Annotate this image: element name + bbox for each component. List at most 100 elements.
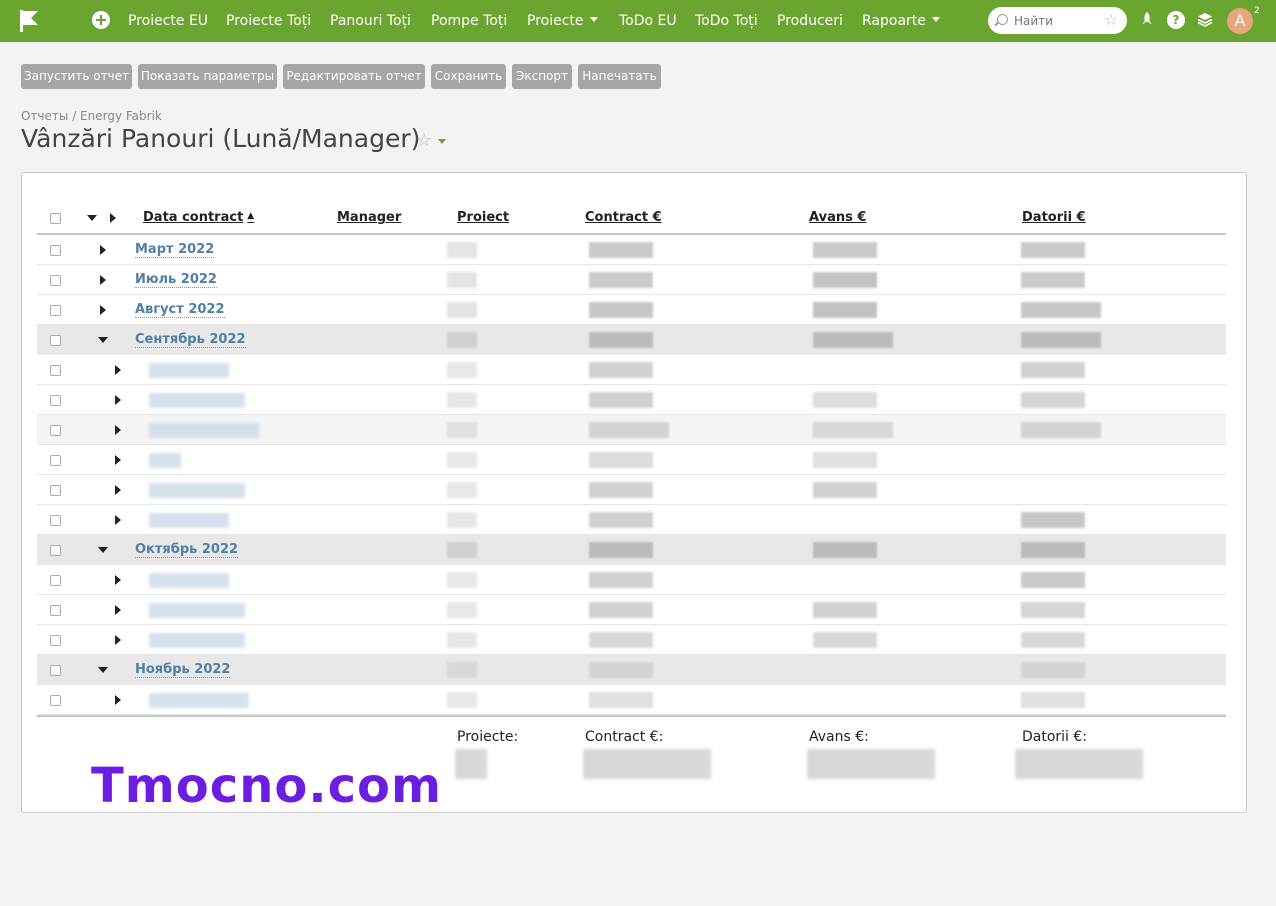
table-row-group[interactable]: Ноябрь 2022 bbox=[37, 655, 1226, 685]
row-checkbox[interactable] bbox=[50, 425, 61, 436]
nav-rapoarte-dropdown[interactable]: Rapoarte bbox=[862, 11, 940, 31]
table-row[interactable] bbox=[37, 385, 1226, 415]
row-checkbox[interactable] bbox=[50, 545, 61, 556]
redacted-project bbox=[447, 482, 477, 498]
expand-icon[interactable] bbox=[115, 425, 121, 435]
table-row[interactable]: Июль 2022 bbox=[37, 265, 1226, 295]
show-params-button[interactable]: Показать параметры bbox=[138, 64, 277, 89]
column-header-manager[interactable]: Manager bbox=[337, 210, 401, 225]
row-checkbox[interactable] bbox=[50, 635, 61, 646]
row-checkbox[interactable] bbox=[50, 665, 61, 676]
redacted-manager bbox=[149, 453, 181, 468]
table-row[interactable] bbox=[37, 475, 1226, 505]
column-header-debt[interactable]: Datorii € bbox=[1022, 210, 1086, 225]
expand-icon[interactable] bbox=[100, 305, 106, 315]
redacted-debt bbox=[1021, 392, 1085, 408]
flag-logo-icon[interactable] bbox=[18, 8, 42, 34]
print-button[interactable]: Напечатать bbox=[578, 64, 661, 89]
select-all-checkbox[interactable] bbox=[50, 213, 61, 224]
nav-proiecte-dropdown[interactable]: Proiecte bbox=[527, 11, 598, 31]
expand-icon[interactable] bbox=[115, 485, 121, 495]
redacted-debt bbox=[1021, 422, 1101, 438]
row-checkbox[interactable] bbox=[50, 365, 61, 376]
avatar[interactable]: A bbox=[1227, 8, 1253, 34]
chevron-down-icon[interactable] bbox=[438, 139, 446, 144]
row-checkbox[interactable] bbox=[50, 395, 61, 406]
add-icon[interactable] bbox=[92, 11, 110, 29]
row-checkbox[interactable] bbox=[50, 275, 61, 286]
group-label[interactable]: Сентябрь 2022 bbox=[135, 332, 246, 348]
nav-rapoarte-label: Rapoarte bbox=[862, 13, 926, 29]
search-box[interactable]: ☆ bbox=[988, 7, 1127, 34]
expand-icon[interactable] bbox=[115, 635, 121, 645]
collapse-icon[interactable] bbox=[98, 667, 108, 673]
redacted-project bbox=[447, 242, 477, 258]
layers-icon[interactable] bbox=[1196, 11, 1214, 29]
collapse-icon[interactable] bbox=[98, 337, 108, 343]
table-row[interactable] bbox=[37, 595, 1226, 625]
group-label[interactable]: Июль 2022 bbox=[135, 272, 217, 288]
collapse-icon[interactable] bbox=[98, 547, 108, 553]
group-label[interactable]: Август 2022 bbox=[135, 302, 225, 318]
collapse-all-icon[interactable] bbox=[87, 215, 97, 221]
redacted-total-advance bbox=[807, 749, 935, 779]
table-row[interactable] bbox=[37, 565, 1226, 595]
help-icon[interactable]: ? bbox=[1167, 11, 1185, 29]
expand-icon[interactable] bbox=[100, 245, 106, 255]
column-header-date-label: Data contract bbox=[143, 210, 244, 225]
expand-icon[interactable] bbox=[100, 275, 106, 285]
export-button[interactable]: Экспорт bbox=[512, 64, 572, 89]
row-checkbox[interactable] bbox=[50, 485, 61, 496]
expand-icon[interactable] bbox=[115, 605, 121, 615]
total-contract-label: Contract €: bbox=[585, 729, 664, 745]
search-input[interactable] bbox=[1014, 11, 1094, 30]
group-label[interactable]: Ноябрь 2022 bbox=[135, 662, 231, 678]
nav-panouri-toti[interactable]: Panouri Toți bbox=[330, 11, 411, 31]
favorite-star-icon[interactable]: ☆ bbox=[416, 130, 432, 151]
table-row[interactable]: Март 2022 bbox=[37, 235, 1226, 265]
rocket-icon[interactable] bbox=[1138, 11, 1156, 29]
nav-pompe-toti[interactable]: Pompe Toți bbox=[431, 11, 507, 31]
table-row-group[interactable]: Октябрь 2022 bbox=[37, 535, 1226, 565]
row-checkbox[interactable] bbox=[50, 245, 61, 256]
nav-produceri[interactable]: Produceri bbox=[777, 11, 843, 31]
row-checkbox[interactable] bbox=[50, 305, 61, 316]
row-checkbox[interactable] bbox=[50, 335, 61, 346]
group-label[interactable]: Октябрь 2022 bbox=[135, 542, 239, 558]
row-checkbox[interactable] bbox=[50, 605, 61, 616]
table-row-group[interactable]: Сентябрь 2022 bbox=[37, 325, 1226, 355]
nav-todo-toti[interactable]: ToDo Toți bbox=[695, 11, 758, 31]
table-row[interactable] bbox=[37, 445, 1226, 475]
column-header-date[interactable]: Data contract ▲ bbox=[143, 210, 254, 225]
row-checkbox[interactable] bbox=[50, 515, 61, 526]
expand-icon[interactable] bbox=[115, 515, 121, 525]
expand-icon[interactable] bbox=[115, 575, 121, 585]
table-row[interactable] bbox=[37, 685, 1226, 715]
nav-proiecte-eu[interactable]: Proiecte EU bbox=[128, 11, 208, 31]
group-label[interactable]: Март 2022 bbox=[135, 242, 215, 258]
save-button[interactable]: Сохранить bbox=[431, 64, 506, 89]
column-header-advance[interactable]: Avans € bbox=[809, 210, 866, 225]
expand-icon[interactable] bbox=[115, 365, 121, 375]
row-checkbox[interactable] bbox=[50, 575, 61, 586]
table-row[interactable] bbox=[37, 625, 1226, 655]
expand-icon[interactable] bbox=[115, 395, 121, 405]
table-row[interactable] bbox=[37, 415, 1226, 445]
column-header-contract[interactable]: Contract € bbox=[585, 210, 662, 225]
expand-icon[interactable] bbox=[115, 695, 121, 705]
table-row[interactable] bbox=[37, 355, 1226, 385]
column-header-project[interactable]: Proiect bbox=[457, 210, 509, 225]
table-row[interactable]: Август 2022 bbox=[37, 295, 1226, 325]
expand-all-icon[interactable] bbox=[110, 213, 116, 223]
chevron-down-icon bbox=[931, 17, 940, 22]
run-report-button[interactable]: Запустить отчет bbox=[21, 64, 132, 89]
expand-icon[interactable] bbox=[115, 455, 121, 465]
row-checkbox[interactable] bbox=[50, 695, 61, 706]
edit-report-button[interactable]: Редактировать отчет bbox=[283, 64, 425, 89]
star-icon[interactable]: ☆ bbox=[1104, 10, 1118, 30]
breadcrumb[interactable]: Отчеты / Energy Fabrik bbox=[21, 109, 162, 123]
nav-proiecte-toti[interactable]: Proiecte Toți bbox=[226, 11, 311, 31]
nav-todo-eu[interactable]: ToDo EU bbox=[619, 11, 677, 31]
table-row[interactable] bbox=[37, 505, 1226, 535]
row-checkbox[interactable] bbox=[50, 455, 61, 466]
